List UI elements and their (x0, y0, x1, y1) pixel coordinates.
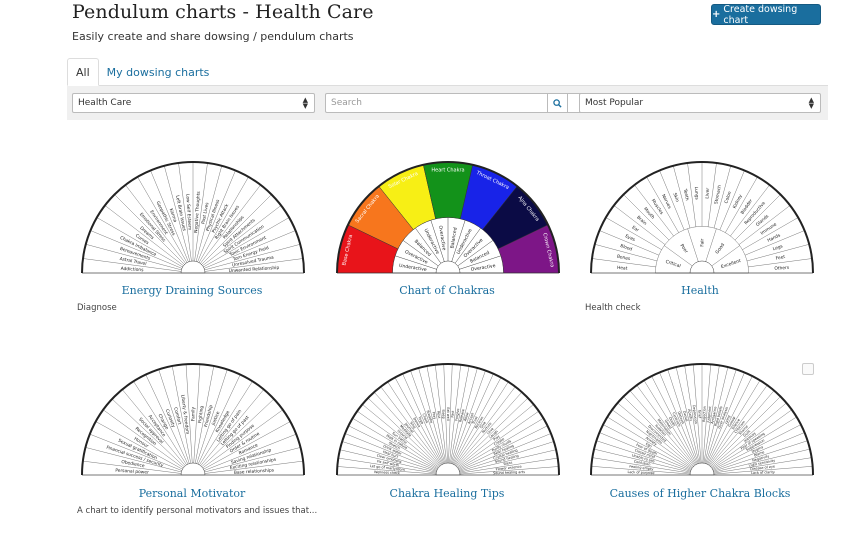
chart-label: Kidney (732, 193, 744, 209)
chart-label: Eyes (624, 233, 637, 243)
pendulum-chart-image[interactable]: Lack of purposeFeeling emptyConfusionUna… (590, 362, 814, 478)
select-arrows-icon: ▲ ▼ (808, 96, 814, 110)
pendulum-chart-image[interactable]: Personal powerObedienceFinancial success… (80, 362, 306, 478)
chart-label: Brain (635, 215, 648, 227)
pendulum-chart-image[interactable]: UnderactiveOveractiveBalancedUnderactive… (335, 160, 561, 276)
chart-label: Eat well (446, 407, 450, 420)
tab-bar: All My dowsing charts (67, 58, 217, 86)
page-subtitle: Easily create and share dowsing / pendul… (72, 30, 354, 43)
chart-label: Grief (697, 410, 701, 419)
chart-label: Negative Thoughts (193, 190, 202, 233)
chart-label: Teeth (682, 187, 690, 201)
chart-label: Sleep (441, 409, 446, 419)
select-checkbox[interactable] (802, 363, 814, 375)
chart-label: Colon (723, 190, 733, 204)
card-description: Diagnose (77, 303, 117, 313)
create-button-label: Create dowsing chart (723, 3, 798, 26)
select-arrows-icon: ▲ ▼ (302, 96, 308, 110)
chart-label: Nerves (660, 193, 672, 210)
pendulum-chart-image[interactable]: Wellness checkLet go of martyrdomFix sel… (335, 362, 561, 478)
chart-label: Lack of clarity (751, 470, 775, 475)
tab-label: All (76, 65, 90, 79)
plus-icon: + (712, 9, 721, 20)
search-button[interactable] (547, 93, 568, 113)
chart-label: Heat (617, 265, 628, 272)
chart-label: Ear (631, 224, 641, 233)
card-description: Health check (585, 303, 641, 313)
search-icon (553, 98, 562, 108)
chart-label: Lungs (693, 187, 700, 201)
chart-label: Stomach (713, 184, 723, 204)
sort-value: Most Popular (585, 98, 644, 108)
page-title: Pendulum charts - Health Care (72, 1, 374, 23)
chart-label: Sound healing arts (493, 470, 525, 475)
pendulum-chart-image[interactable]: CriticalPoorFairGoodExcellentHeatBonesBl… (590, 160, 814, 276)
chart-label: Heart Chakra (431, 167, 464, 173)
chart-label: Hands (766, 232, 782, 244)
tab-label: My dowsing charts (106, 65, 210, 79)
pendulum-chart-image[interactable]: AddictionsAstral TravelBereavementsChakr… (80, 160, 306, 276)
card-title-chakra-healing-tips[interactable]: Chakra Healing Tips (333, 487, 561, 500)
chart-label: Family (191, 406, 197, 421)
card-description: A chart to identify personal motivators … (77, 506, 318, 516)
chart-inner-label: Fair (700, 239, 706, 247)
create-dowsing-chart-button[interactable]: + Create dowsing chart (711, 3, 821, 26)
chart-label: Addictions (120, 266, 144, 274)
chart-label: Liberty & freedom (179, 394, 190, 434)
chart-label: Mouth (642, 206, 656, 220)
search-input[interactable]: Search (325, 93, 616, 113)
search-placeholder: Search (331, 98, 362, 108)
category-value: Health Care (78, 98, 132, 108)
chart-label: Skin (671, 192, 680, 203)
chart-label: Legs (772, 243, 784, 252)
card-title-personal-motivator[interactable]: Personal Motivator (78, 487, 306, 500)
chart-label: Fighting (197, 405, 205, 423)
chart-label: Liver (704, 188, 711, 199)
card-title-health[interactable]: Health (588, 284, 812, 297)
card-title-chart-of-chakras[interactable]: Chart of Chakras (333, 284, 561, 297)
chart-label: Bones (616, 254, 631, 263)
card-title-energy-draining-sources[interactable]: Energy Draining Sources (78, 284, 306, 297)
sort-select[interactable]: Most Popular ▲ ▼ (579, 93, 821, 113)
chart-label: Others (774, 265, 790, 272)
category-select[interactable]: Health Care ▲ ▼ (72, 93, 315, 113)
tab-my-dowsing-charts[interactable]: My dowsing charts (99, 58, 218, 86)
card-title-causes-of-higher-chakra-blocks[interactable]: Causes of Higher Chakra Blocks (588, 487, 812, 500)
chart-label: Feet (775, 254, 786, 262)
filter-bar: Health Care ▲ ▼ Search Most Popular ▲ ▼ (67, 85, 828, 120)
tab-all[interactable]: All (67, 58, 99, 86)
